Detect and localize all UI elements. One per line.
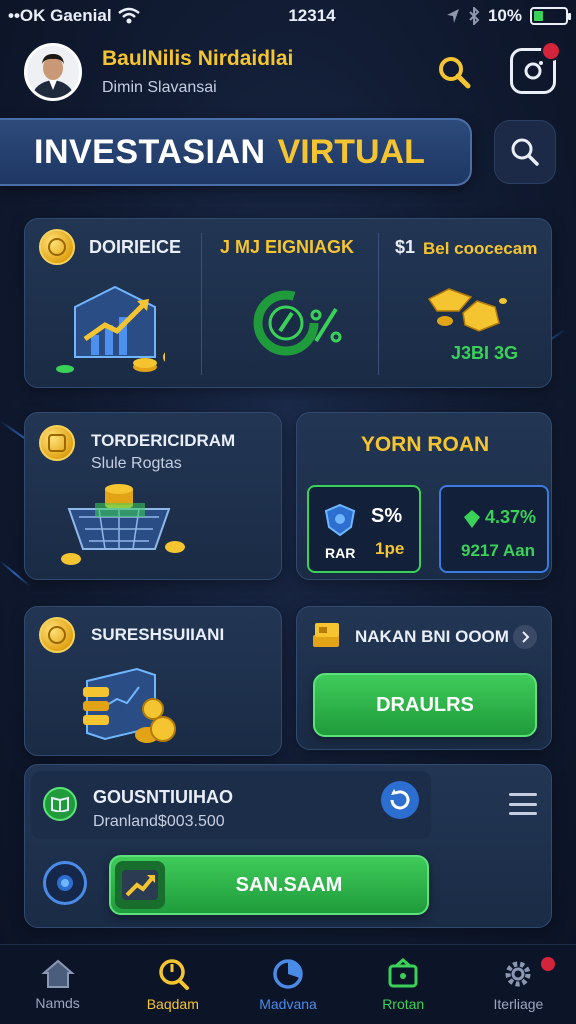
card-title: TORDERICIDRAM bbox=[91, 431, 236, 450]
wifi-icon bbox=[117, 7, 140, 24]
return-value: 9217 Aan bbox=[461, 541, 536, 560]
return-card[interactable]: YORN ROAN S% RAR 1pe 4.37% 9217 Aan bbox=[296, 412, 552, 580]
card-subtitle: Slule Rogtas bbox=[91, 455, 182, 472]
server-coins-icon bbox=[83, 667, 176, 743]
bottom-navigation: Namds Baqdam Madvana Rrotan Iterliage bbox=[0, 944, 576, 1024]
title-search-button[interactable] bbox=[494, 120, 556, 184]
nav-label: Madvana bbox=[259, 995, 317, 1012]
notification-button[interactable] bbox=[510, 41, 561, 94]
search-icon bbox=[159, 958, 189, 990]
stats-card[interactable]: DOIRIEICE J MJ EIGNIAGK $1 Bel coocecam bbox=[24, 218, 552, 388]
card-subtitle: Dranland$003.500 bbox=[93, 813, 225, 830]
chevron-right-icon bbox=[522, 631, 530, 643]
bluetooth-icon bbox=[469, 7, 480, 25]
diamond-icon bbox=[464, 510, 480, 528]
camera-icon bbox=[524, 61, 543, 80]
card-title: SURESHSUIIANI bbox=[91, 625, 225, 644]
gear-icon bbox=[505, 961, 531, 986]
nav-label: Iterliage bbox=[493, 995, 544, 1012]
gold-coins-icon bbox=[427, 288, 507, 332]
trend-icon bbox=[115, 861, 165, 909]
scan-button[interactable] bbox=[43, 861, 87, 905]
card-title: NAKAN BNI OOOM bbox=[355, 627, 509, 646]
card-title: YORN ROAN bbox=[360, 433, 490, 456]
stat-column-1[interactable]: DOIRIEICE bbox=[25, 219, 201, 389]
lens-icon bbox=[57, 875, 73, 891]
battery-percent: 10% bbox=[487, 6, 522, 25]
refresh-icon bbox=[390, 789, 410, 810]
nav-label: Rrotan bbox=[382, 995, 425, 1012]
page-title: INVESTASIAN bbox=[34, 132, 266, 171]
notification-badge bbox=[538, 955, 557, 973]
stat-label: Bel coocecam bbox=[423, 239, 538, 258]
user-name: BaulNilis Nirdaidlai bbox=[102, 47, 294, 70]
refresh-button[interactable] bbox=[381, 781, 419, 819]
stat-label: J MJ EIGNIAGK bbox=[220, 237, 355, 257]
page-title-accent: VIRTUAL bbox=[277, 132, 425, 171]
basket-coins-icon bbox=[61, 484, 185, 565]
notification-badge bbox=[541, 41, 561, 61]
portfolio-summary[interactable]: GOUSNTIUIHAO Dranland$003.500 bbox=[31, 771, 431, 839]
nav-item-search[interactable]: Baqdam bbox=[115, 945, 230, 1024]
location-icon bbox=[446, 9, 459, 23]
search-icon bbox=[511, 138, 539, 166]
return-box-1[interactable]: S% RAR 1pe bbox=[307, 485, 421, 573]
nav-label: Namds bbox=[35, 994, 80, 1011]
user-subtitle: Dimin Slavansai bbox=[102, 79, 217, 96]
percent-circle-icon bbox=[253, 290, 342, 356]
shield-coin-icon bbox=[39, 425, 75, 461]
return-code: RAR bbox=[325, 545, 356, 561]
book-icon bbox=[43, 787, 77, 821]
primary-action-button[interactable]: DRAULRS bbox=[313, 673, 537, 737]
status-bar: ••OK Gaenial 12314 10% bbox=[0, 0, 576, 32]
stat-value: J3BI 3G bbox=[451, 343, 519, 363]
return-percent: S% bbox=[371, 505, 403, 527]
stat-column-3[interactable]: $1 Bel coocecam J3BI 3G bbox=[379, 219, 553, 389]
portfolio-card[interactable]: GOUSNTIUIHAO Dranland$003.500 SAN.SAAM bbox=[24, 764, 552, 928]
clock: 12314 bbox=[288, 6, 336, 25]
return-subtext: 1pe bbox=[375, 539, 405, 558]
coin-icon bbox=[39, 229, 75, 265]
menu-button[interactable] bbox=[509, 793, 537, 815]
profile-header: BaulNilis Nirdaidlai Dimin Slavansai bbox=[24, 40, 561, 104]
growth-chart-icon bbox=[56, 285, 165, 373]
shield-icon bbox=[324, 503, 356, 537]
action-card[interactable]: NAKAN BNI OOOM DRAULRS bbox=[296, 606, 552, 750]
coin-stack-icon bbox=[313, 623, 339, 647]
page-title-banner: INVESTASIAN VIRTUAL bbox=[0, 118, 472, 186]
subscription-card[interactable]: SURESHSUIIANI bbox=[24, 606, 282, 756]
nav-item-home[interactable]: Namds bbox=[0, 945, 115, 1024]
pie-icon bbox=[273, 958, 303, 989]
stat-column-2[interactable]: J MJ EIGNIAGK bbox=[202, 219, 378, 389]
header-search-button[interactable] bbox=[432, 50, 476, 94]
start-button-label: SAN.SAAM bbox=[235, 873, 343, 896]
nav-item-portfolio[interactable]: Madvana bbox=[230, 945, 345, 1024]
nav-item-settings[interactable]: Iterliage bbox=[461, 945, 576, 1024]
dollar-coin-icon bbox=[39, 617, 75, 653]
return-box-2[interactable]: 4.37% 9217 Aan bbox=[439, 485, 549, 573]
carrier-text: ••OK Gaenial bbox=[8, 6, 112, 25]
battery-icon bbox=[530, 7, 571, 25]
return-percent: 4.37% bbox=[485, 507, 537, 527]
start-button[interactable]: SAN.SAAM bbox=[109, 855, 429, 915]
trade-card[interactable]: TORDERICIDRAM Slule Rogtas bbox=[24, 412, 282, 580]
nav-label: Baqdam bbox=[146, 995, 199, 1012]
wallet-icon bbox=[388, 957, 418, 987]
home-icon bbox=[40, 959, 75, 988]
card-title: GOUSNTIUIHAO bbox=[93, 787, 234, 807]
stat-label: DOIRIEICE bbox=[89, 237, 182, 257]
search-icon bbox=[439, 57, 471, 89]
nav-item-wallet[interactable]: Rrotan bbox=[346, 945, 461, 1024]
chevron-right-button[interactable] bbox=[513, 625, 537, 649]
stat-currency-prefix: $1 bbox=[395, 237, 416, 257]
avatar[interactable] bbox=[24, 43, 82, 101]
